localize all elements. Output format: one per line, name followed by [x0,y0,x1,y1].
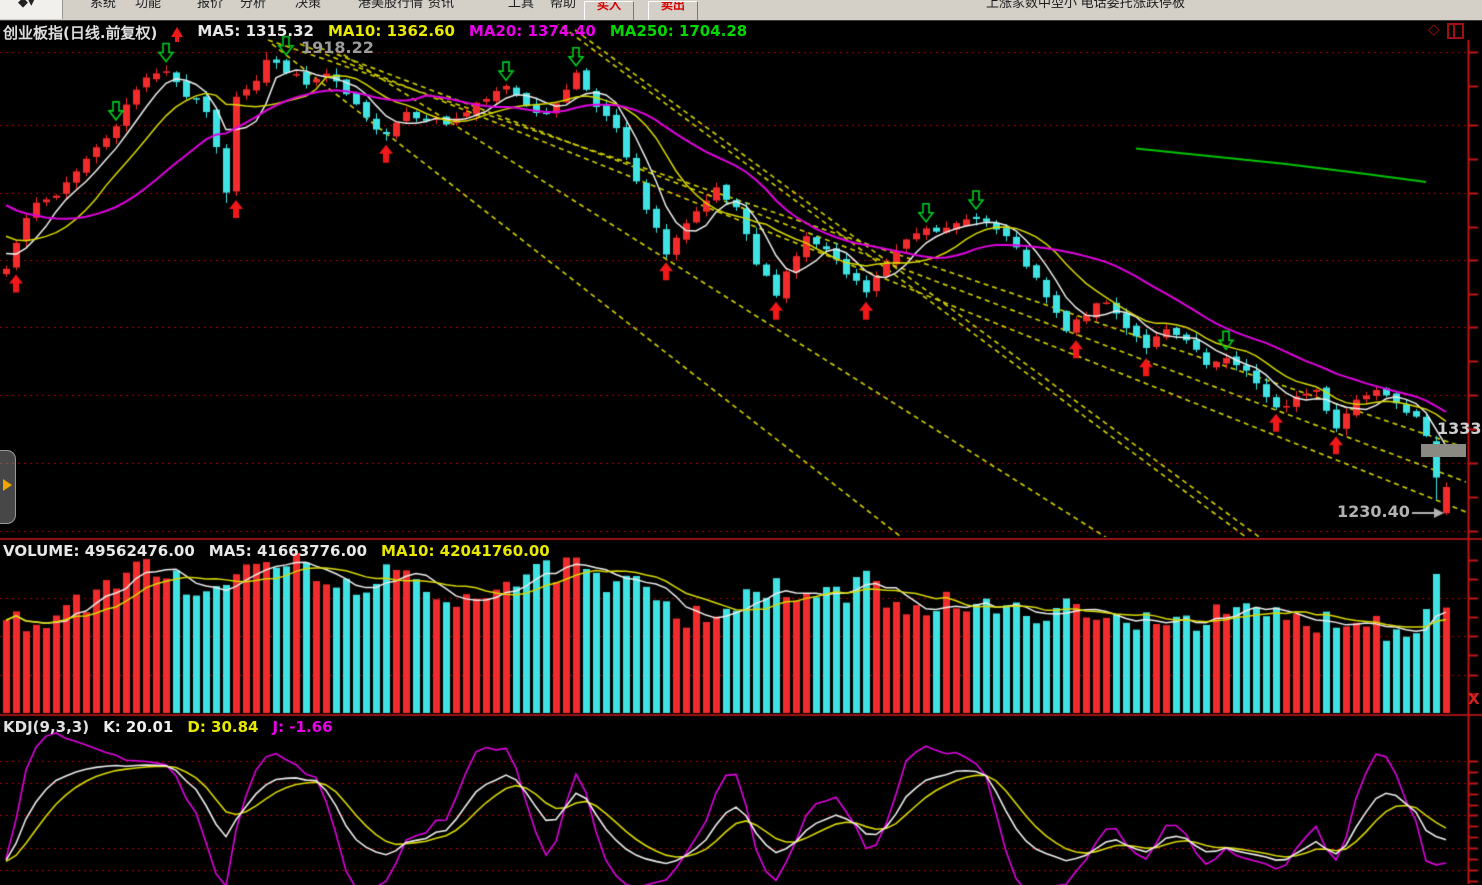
main-chart-header: 创业板指(日线.前复权) MA5: 1315.32 MA10: 1362.60 MA… [3,22,747,43]
menu-bar: ◆▾ 系统 功能 报价 分析 决策 港美股行情资讯 工具 帮助 买入卖出 上涨家数中型小 电话… [0,0,1482,21]
menu-item[interactable]: 功能 [135,0,161,11]
menu-item[interactable]: 分析 [240,0,266,11]
diamond-tool-icon[interactable]: ◇ [1428,20,1440,38]
menu-item[interactable]: 港美股行情 [358,0,423,11]
indicator-value: J: -1.66 [273,718,333,736]
topbar-status-text: 涨跌停板 [1133,0,1185,11]
logo-glyph: ◆▾ [18,0,35,10]
menu-item[interactable]: 报价 [197,0,223,11]
instrument-title: 创业板指(日线.前复权) [3,22,157,43]
kdj-header: KDJ(9,3,3) K: 20.01 D: 30.84 J: -1.66 [3,718,333,736]
indicator-value: MA250: 1704.28 [610,22,747,43]
axis-price-tag [1421,444,1466,457]
menu-item[interactable]: 系统 [90,0,116,11]
menu-item[interactable]: 决策 [295,0,321,11]
indicator-value: MA10: 42041760.00 [381,542,550,560]
expand-arrow-icon [3,479,18,491]
indicator-value: VOLUME: 49562476.00 [3,542,195,560]
menu-item[interactable]: 资讯 [428,0,454,11]
volume-header: VOLUME: 49562476.00 MA5: 41663776.00 MA10:… [3,542,550,560]
menu-item[interactable]: 工具 [508,0,534,11]
chart-area-canvas[interactable] [0,20,1482,885]
trend-up-icon [171,21,183,37]
split-window-icon[interactable] [1447,23,1464,39]
menu-item[interactable]: 帮助 [550,0,576,11]
indicator-value: D: 30.84 [187,718,258,736]
topbar-button[interactable]: 买入 [584,1,634,21]
topbar-status-text: 上涨家数中型小 电话委托 [986,0,1133,11]
indicator-value: MA10: 1362.60 [328,22,455,43]
topbar-button[interactable]: 卖出 [648,1,698,21]
indicator-value: KDJ(9,3,3) [3,718,89,736]
indicator-value: K: 20.01 [103,718,173,736]
indicator-value: MA5: 41663776.00 [209,542,367,560]
close-pane-icon[interactable]: X [1468,690,1480,708]
sidebar-expand-tab[interactable] [0,450,16,524]
indicator-value: MA5: 1315.32 [197,22,314,43]
indicator-value: MA20: 1374.40 [469,22,596,43]
app-logo[interactable]: ◆▾ [0,0,63,19]
application-window: ◆▾ 系统 功能 报价 分析 决策 港美股行情资讯 工具 帮助 买入卖出 上涨家数中型小 电话… [0,0,1482,885]
